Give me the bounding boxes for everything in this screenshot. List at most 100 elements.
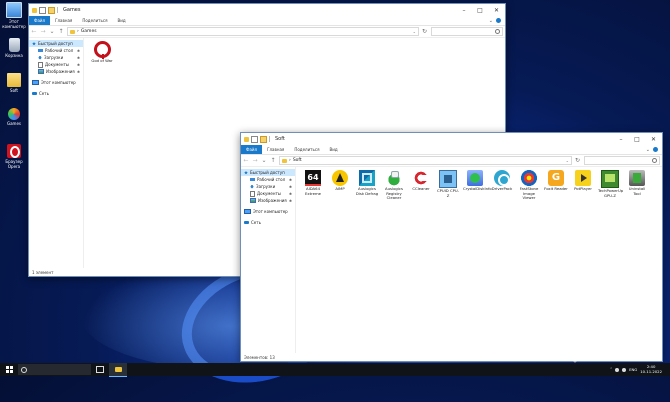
nav-item-this-pc[interactable]: Этот компьютер bbox=[29, 79, 83, 86]
clock[interactable]: 2:40 10.11.2022 bbox=[640, 364, 662, 374]
taskbar-search[interactable] bbox=[18, 364, 91, 375]
desktop-icon-label: Корзина bbox=[5, 53, 23, 58]
clock-date: 10.11.2022 bbox=[640, 368, 662, 374]
title-bar[interactable]: Soft – □ ✕ bbox=[241, 133, 662, 145]
recent-locations-button[interactable]: ⌄ bbox=[261, 157, 267, 164]
title-bar[interactable]: Games – □ ✕ bbox=[29, 4, 505, 16]
tab-home[interactable]: Главная bbox=[262, 145, 289, 154]
nav-item-desktop[interactable]: Рабочий стол ✱ bbox=[241, 176, 295, 183]
pc-icon bbox=[32, 80, 39, 85]
new-folder-icon[interactable] bbox=[48, 6, 55, 14]
task-view-button[interactable] bbox=[91, 363, 109, 376]
chevron-down-icon[interactable]: ⌄ bbox=[413, 29, 416, 34]
file-item[interactable]: Auslogics Disk Defrag bbox=[355, 170, 379, 196]
network-icon[interactable] bbox=[615, 367, 620, 372]
aimp-icon bbox=[332, 170, 348, 186]
desktop-icon-label: Soft bbox=[10, 88, 18, 93]
file-item[interactable]: Uninstall Tool bbox=[625, 170, 649, 196]
file-item[interactable]: FastStone Image Viewer bbox=[517, 170, 541, 201]
back-button[interactable]: ← bbox=[31, 28, 37, 35]
pictures-icon bbox=[38, 69, 44, 74]
nav-item-downloads[interactable]: Загрузки ✱ bbox=[241, 183, 295, 190]
file-item[interactable]: CCleaner bbox=[409, 170, 433, 192]
desktop-icon-games[interactable]: Games bbox=[2, 108, 26, 126]
search-input[interactable] bbox=[584, 156, 660, 165]
file-item-label: Uninstall Tool bbox=[628, 186, 646, 196]
desktop-icon-opera[interactable]: Браузер Opera bbox=[2, 144, 26, 169]
file-item[interactable]: CrystalDiskInfo bbox=[463, 170, 492, 192]
tab-file[interactable]: Файл bbox=[241, 145, 263, 154]
file-item[interactable]: DriverPack bbox=[490, 170, 514, 192]
nav-item-pictures[interactable]: Изображения ✱ bbox=[29, 68, 83, 75]
search-input[interactable] bbox=[431, 27, 503, 36]
tab-share[interactable]: Поделиться bbox=[77, 16, 112, 25]
nav-item-documents[interactable]: Документы ✱ bbox=[29, 61, 83, 68]
tab-view[interactable]: Вид bbox=[112, 16, 130, 25]
file-item[interactable]: TechPowerUp GPU-Z bbox=[598, 170, 624, 198]
file-item-label: TechPowerUp GPU-Z bbox=[598, 188, 624, 198]
address-bar[interactable]: › Soft ⌄ bbox=[279, 156, 572, 165]
properties-icon[interactable] bbox=[251, 135, 258, 143]
refresh-button[interactable]: ↻ bbox=[422, 28, 428, 35]
forward-button[interactable]: → bbox=[40, 28, 46, 35]
back-button[interactable]: ← bbox=[243, 157, 249, 164]
desktop-icon-this-pc[interactable]: Этот компьютер bbox=[2, 2, 26, 29]
close-button[interactable]: ✕ bbox=[645, 133, 662, 145]
refresh-button[interactable]: ↻ bbox=[575, 157, 581, 164]
nav-item-downloads[interactable]: Загрузки ✱ bbox=[29, 54, 83, 61]
forward-button[interactable]: → bbox=[252, 157, 258, 164]
file-item[interactable]: God of War bbox=[90, 41, 114, 64]
file-item[interactable]: PotPlayer bbox=[571, 170, 595, 192]
tab-view[interactable]: Вид bbox=[324, 145, 342, 154]
expand-ribbon-icon[interactable]: ⌄ bbox=[489, 18, 493, 24]
nav-item-desktop[interactable]: Рабочий стол ✱ bbox=[29, 47, 83, 54]
nav-item-network[interactable]: Сеть bbox=[29, 90, 83, 97]
desktop-icon-soft[interactable]: Soft bbox=[2, 73, 26, 93]
tab-file[interactable]: Файл bbox=[29, 16, 51, 25]
close-button[interactable]: ✕ bbox=[488, 4, 505, 16]
nav-item-documents[interactable]: Документы ✱ bbox=[241, 190, 295, 197]
start-button[interactable] bbox=[0, 366, 18, 373]
file-item[interactable]: CPUID CPU-Z bbox=[436, 170, 460, 198]
nav-item-this-pc[interactable]: Этот компьютер bbox=[241, 208, 295, 215]
file-item[interactable]: Auslogics Registry Cleaner bbox=[382, 170, 406, 201]
games-icon bbox=[8, 108, 20, 120]
tab-share[interactable]: Поделиться bbox=[289, 145, 324, 154]
file-item[interactable]: Foxit Reader bbox=[544, 170, 568, 192]
nav-item-label: Этот компьютер bbox=[253, 209, 288, 214]
properties-icon[interactable] bbox=[39, 6, 46, 14]
disk-defrag-icon bbox=[359, 170, 375, 186]
up-button[interactable]: ↑ bbox=[270, 157, 276, 164]
help-icon[interactable] bbox=[653, 147, 658, 152]
nav-item-pictures[interactable]: Изображения ✱ bbox=[241, 197, 295, 204]
chevron-down-icon[interactable]: ⌄ bbox=[566, 158, 569, 163]
nav-item-network[interactable]: Сеть bbox=[241, 219, 295, 226]
recent-locations-button[interactable]: ⌄ bbox=[49, 28, 55, 35]
nav-item-quick-access[interactable]: Быстрый доступ bbox=[29, 40, 83, 47]
desktop-icon-label: Этот компьютер bbox=[2, 19, 26, 29]
file-item[interactable]: 64 AIDA64 Extreme bbox=[301, 170, 325, 196]
expand-ribbon-icon[interactable]: ⌄ bbox=[646, 147, 650, 153]
pin-icon: ✱ bbox=[289, 184, 292, 189]
address-bar[interactable]: › Games ⌄ bbox=[67, 27, 419, 36]
volume-icon[interactable] bbox=[622, 367, 627, 372]
desktop-icon-recycle-bin[interactable]: Корзина bbox=[2, 38, 26, 58]
tab-home[interactable]: Главная bbox=[50, 16, 77, 25]
language-indicator[interactable]: ENG bbox=[629, 367, 637, 372]
file-item[interactable]: AIMP bbox=[328, 170, 352, 192]
new-folder-icon[interactable] bbox=[260, 135, 267, 143]
show-hidden-icons-icon[interactable]: ˄ bbox=[610, 367, 612, 372]
taskbar-file-explorer[interactable] bbox=[109, 362, 127, 377]
nav-item-label: Загрузки bbox=[44, 55, 64, 60]
nav-item-quick-access[interactable]: Быстрый доступ bbox=[241, 169, 295, 176]
minimize-button[interactable]: – bbox=[456, 4, 472, 16]
search-icon bbox=[21, 366, 27, 373]
window-body: Быстрый доступ Рабочий стол ✱ Загрузки ✱ Д… bbox=[241, 166, 662, 353]
maximize-button[interactable]: □ bbox=[472, 4, 488, 16]
maximize-button[interactable]: □ bbox=[629, 133, 645, 145]
minimize-button[interactable]: – bbox=[613, 133, 629, 145]
driverpack-icon bbox=[494, 170, 510, 186]
help-icon[interactable] bbox=[496, 18, 501, 23]
up-button[interactable]: ↑ bbox=[58, 28, 64, 35]
pin-icon: ✱ bbox=[289, 177, 292, 182]
